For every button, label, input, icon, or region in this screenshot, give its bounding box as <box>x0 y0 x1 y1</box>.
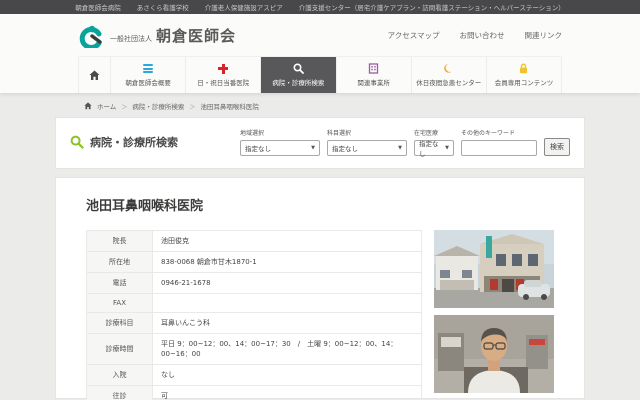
row-label: 入院 <box>87 365 153 386</box>
filter-subject-label: 科目選択 <box>327 128 407 137</box>
row-label: 所在地 <box>87 252 153 273</box>
clinic-search-panel: 病院・診療所検索 地域選択 指定なし ▼ 科目選択 指定なし ▼ 在宅医療 指定… <box>55 117 585 169</box>
home-care-select[interactable]: 指定なし ▼ <box>414 140 454 156</box>
top-utility-bar: 朝倉医師会病院 あさくら看護学校 介護老人保健施設アスピア 介護支援センター（居… <box>0 0 640 14</box>
row-value: なし <box>153 365 422 386</box>
building-icon <box>368 63 379 74</box>
topbar-link-aspia[interactable]: 介護老人保健施設アスピア <box>205 2 283 12</box>
filter-region-label: 地域選択 <box>240 128 320 137</box>
table-row-house-calls: 往診 可 <box>87 386 422 400</box>
chevron-down-icon: ▼ <box>398 145 402 151</box>
search-panel-title-text: 病院・診療所検索 <box>90 134 178 150</box>
row-label: 診療時間 <box>87 334 153 365</box>
topbar-link-nursing-school[interactable]: あさくら看護学校 <box>137 2 189 12</box>
header-links: アクセスマップ お問い合わせ 関連リンク <box>388 30 562 41</box>
keyword-input[interactable] <box>461 140 537 156</box>
filter-home-care-label: 在宅医療 <box>414 128 454 137</box>
subject-select[interactable]: 指定なし ▼ <box>327 140 407 156</box>
breadcrumb-home-icon <box>84 102 92 110</box>
site-title: 一般社団法人 朝倉医師会 <box>110 25 236 46</box>
list-icon <box>143 63 153 74</box>
header-link-contact[interactable]: お問い合わせ <box>460 30 505 41</box>
org-name-label: 朝倉医師会 <box>156 25 236 46</box>
home-care-select-value: 指定なし <box>419 138 441 158</box>
breadcrumb-current: 池田耳鼻咽喉科医院 <box>200 101 259 111</box>
region-select-value: 指定なし <box>245 143 271 153</box>
row-label: 電話 <box>87 273 153 294</box>
nav-item-clinic-search[interactable]: 病院・診療所検索 <box>260 57 335 93</box>
row-label: 診療科目 <box>87 313 153 334</box>
filter-subject: 科目選択 指定なし ▼ <box>327 128 407 156</box>
clinic-detail-card: 池田耳鼻咽喉科医院 院長 池田俊克 所在地 838-0068 朝倉市甘木1870… <box>55 177 585 399</box>
nav-label-overview: 朝倉医師会概要 <box>125 77 171 87</box>
asakura-logo-icon <box>78 22 104 48</box>
chevron-down-icon: ▼ <box>311 145 315 151</box>
nav-label-emergency-center: 休日夜間急患センター <box>416 77 481 87</box>
filter-keyword: その他のキーワード <box>461 128 537 156</box>
filter-keyword-label: その他のキーワード <box>461 128 537 137</box>
clinic-info-table: 院長 池田俊克 所在地 838-0068 朝倉市甘木1870-1 電話 0946… <box>86 230 422 400</box>
topbar-link-hospital[interactable]: 朝倉医師会病院 <box>75 2 121 12</box>
org-type-label: 一般社団法人 <box>110 34 152 44</box>
table-row-departments: 診療科目 耳鼻いんこう科 <box>87 313 422 334</box>
cross-icon <box>218 63 228 74</box>
subject-select-value: 指定なし <box>332 143 358 153</box>
clinic-name-heading: 池田耳鼻咽喉科医院 <box>86 195 554 214</box>
region-select[interactable]: 指定なし ▼ <box>240 140 320 156</box>
clinic-building-photo <box>434 230 554 308</box>
breadcrumb: ホーム ＞ 病院・診療所検索 ＞ 池田耳鼻咽喉科医院 <box>84 101 640 111</box>
filter-region: 地域選択 指定なし ▼ <box>240 128 320 156</box>
global-nav-wrap: 朝倉医師会概要 日・祝日当番医院 病院・診療所検索 関連事業所 休日夜間急患セン… <box>0 56 640 93</box>
nav-label-members-only: 会員専用コンテンツ <box>495 77 554 87</box>
moon-icon <box>443 63 454 74</box>
nav-item-related-offices[interactable]: 関連事業所 <box>336 57 411 93</box>
search-button[interactable]: 検索 <box>544 138 570 156</box>
table-row-hours: 診療時間 平日 9：00~12：00、14：00~17：30 / 土曜 9：00… <box>87 334 422 365</box>
global-nav: 朝倉医師会概要 日・祝日当番医院 病院・診療所検索 関連事業所 休日夜間急患セン… <box>78 56 562 93</box>
table-row-address: 所在地 838-0068 朝倉市甘木1870-1 <box>87 252 422 273</box>
site-header: 一般社団法人 朝倉医師会 アクセスマップ お問い合わせ 関連リンク <box>0 14 640 56</box>
row-value: 可 <box>153 386 422 400</box>
table-row-director: 院長 池田俊克 <box>87 231 422 252</box>
doctor-portrait-photo <box>434 315 554 393</box>
breadcrumb-search[interactable]: 病院・診療所検索 <box>132 101 184 111</box>
search-panel-title: 病院・診療所検索 <box>70 134 178 150</box>
filter-home-care: 在宅医療 指定なし ▼ <box>414 128 454 156</box>
home-icon <box>89 70 100 81</box>
nav-item-home[interactable] <box>78 57 110 93</box>
nav-label-duty-clinics: 日・祝日当番医院 <box>197 77 249 87</box>
row-label: FAX <box>87 294 153 313</box>
topbar-link-care-center[interactable]: 介護支援センター（居宅介護ケアプラン・訪問看護ステーション・ヘルパーステーション… <box>299 2 565 12</box>
table-row-fax: FAX <box>87 294 422 313</box>
search-icon <box>293 63 304 74</box>
chevron-down-icon: ▼ <box>445 145 449 151</box>
nav-label-related-offices: 関連事業所 <box>357 77 390 87</box>
search-green-icon <box>70 135 84 149</box>
breadcrumb-home[interactable]: ホーム <box>97 101 116 111</box>
row-value: 池田俊克 <box>153 231 422 252</box>
row-value: 耳鼻いんこう科 <box>153 313 422 334</box>
nav-item-members-only[interactable]: 会員専用コンテンツ <box>486 57 562 93</box>
nav-label-clinic-search: 病院・診療所検索 <box>272 77 324 87</box>
nav-item-overview[interactable]: 朝倉医師会概要 <box>110 57 185 93</box>
table-row-hospitalization: 入院 なし <box>87 365 422 386</box>
breadcrumb-separator: ＞ <box>121 102 127 111</box>
header-link-access-map[interactable]: アクセスマップ <box>388 30 440 41</box>
nav-item-duty-clinics[interactable]: 日・祝日当番医院 <box>185 57 260 93</box>
clinic-photos <box>434 230 554 400</box>
row-value <box>153 294 422 313</box>
site-logo[interactable]: 一般社団法人 朝倉医師会 <box>78 22 236 48</box>
clinic-detail-body: 院長 池田俊克 所在地 838-0068 朝倉市甘木1870-1 電話 0946… <box>86 230 554 400</box>
row-value: 平日 9：00~12：00、14：00~17：30 / 土曜 9：00~12：0… <box>153 334 422 365</box>
row-value: 838-0068 朝倉市甘木1870-1 <box>153 252 422 273</box>
lock-icon <box>518 63 529 74</box>
breadcrumb-separator: ＞ <box>189 102 195 111</box>
header-link-related[interactable]: 関連リンク <box>525 30 563 41</box>
table-row-phone: 電話 0946-21-1678 <box>87 273 422 294</box>
row-value: 0946-21-1678 <box>153 273 422 294</box>
row-label: 往診 <box>87 386 153 400</box>
nav-item-emergency-center[interactable]: 休日夜間急患センター <box>411 57 486 93</box>
row-label: 院長 <box>87 231 153 252</box>
search-filters: 地域選択 指定なし ▼ 科目選択 指定なし ▼ 在宅医療 指定なし ▼ その他の… <box>240 128 570 156</box>
